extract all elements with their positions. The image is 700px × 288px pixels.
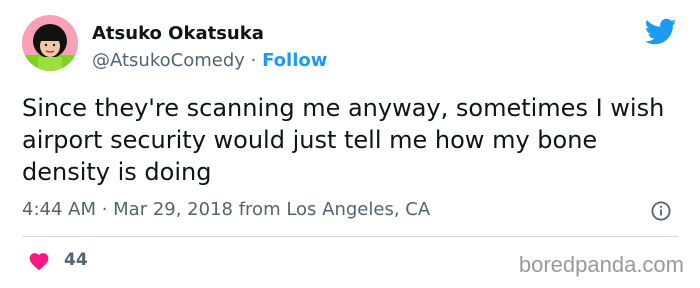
info-icon[interactable] — [651, 201, 671, 221]
twitter-bird-icon[interactable] — [644, 18, 677, 46]
follow-button[interactable]: Follow — [262, 50, 327, 71]
handle-line: @AtsukoComedy · Follow — [92, 50, 327, 71]
author-name[interactable]: Atsuko Okatsuka — [92, 23, 264, 44]
author-handle[interactable]: @AtsukoComedy — [92, 50, 245, 71]
tweet-text: Since they're scanning me anyway, someti… — [22, 94, 665, 186]
like-count[interactable]: 44 — [64, 250, 88, 270]
avatar[interactable] — [22, 15, 78, 71]
divider — [22, 236, 678, 237]
watermark: boredpanda.com — [518, 252, 684, 277]
heart-icon[interactable] — [28, 251, 50, 271]
separator-dot: · — [250, 50, 257, 71]
tweet-card: Atsuko Okatsuka @AtsukoComedy · Follow S… — [0, 0, 700, 288]
tweet-timestamp[interactable]: 4:44 AM · Mar 29, 2018 from Los Angeles,… — [22, 199, 430, 220]
avatar-image — [22, 15, 78, 71]
